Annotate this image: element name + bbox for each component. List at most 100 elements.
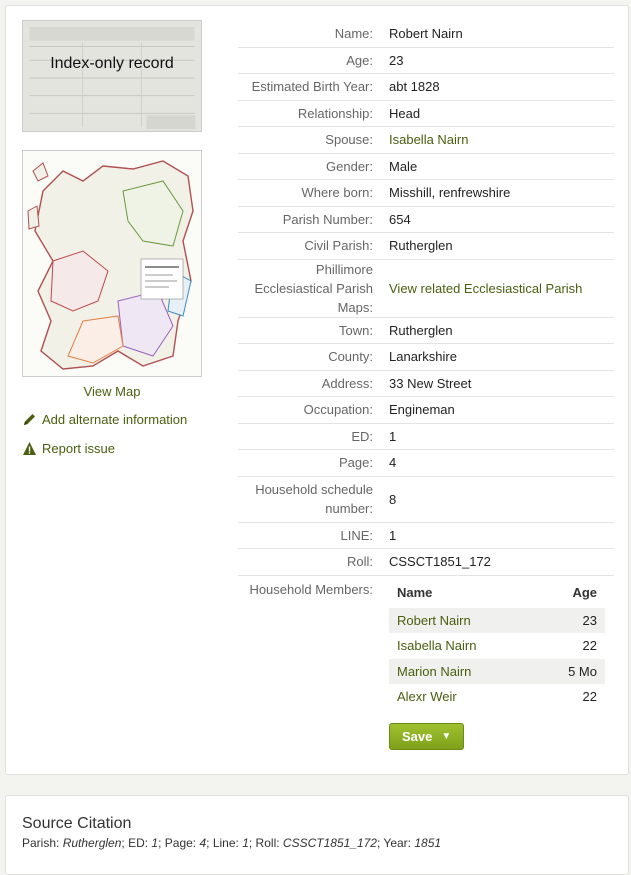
detail-value: 33 New Street [389, 369, 614, 397]
citation-value: CSSCT1851_172 [282, 836, 377, 850]
citation-label: ; Roll: [248, 836, 283, 850]
detail-value: 8 [389, 475, 614, 522]
detail-row: Relationship: Head [238, 99, 614, 127]
detail-value: 1 [389, 422, 614, 450]
detail-row: ED: 1 [238, 422, 614, 450]
detail-label: Estimated Birth Year: [238, 73, 389, 100]
detail-label: Roll: [238, 548, 389, 575]
save-button[interactable]: Save ▼ [389, 722, 465, 750]
detail-label: Address: [238, 369, 389, 397]
report-issue-link[interactable]: Report issue [22, 441, 115, 456]
detail-label: Parish Number: [238, 205, 389, 233]
detail-value: abt 1828 [389, 73, 614, 100]
detail-row: Household schedule number: 8 [238, 475, 614, 522]
citation-label: ; Line: [206, 836, 243, 850]
detail-label: Age: [238, 46, 389, 74]
detail-row: Roll: CSSCT1851_172 [238, 548, 614, 575]
detail-row: Where born: Misshill, renfrewshire [238, 179, 614, 206]
detail-value[interactable]: Isabella Nairn [389, 126, 614, 153]
parish-map-thumbnail[interactable] [22, 150, 202, 377]
member-name[interactable]: Alexr Weir [389, 684, 536, 710]
source-citation-panel: Source Citation Parish: Rutherglen; ED: … [5, 795, 629, 875]
detail-row: Town: Rutherglen [238, 316, 614, 344]
detail-row: Gender: Male [238, 152, 614, 180]
household-members-table: Name Age Robert Nairn 23 Isabella Nairn 22 Mar… [389, 578, 605, 710]
census-document-image [23, 21, 201, 131]
detail-value: 1 [389, 521, 614, 549]
detail-value: Robert Nairn [389, 26, 463, 42]
map-image [23, 151, 201, 376]
detail-label: Page: [238, 449, 389, 476]
detail-label: County: [238, 343, 389, 370]
detail-value: 4 [389, 449, 614, 476]
member-row: Alexr Weir 22 [389, 684, 605, 710]
detail-label: Where born: [238, 179, 389, 206]
household-label: Household Members: [238, 574, 389, 750]
detail-row: Occupation: Engineman [238, 396, 614, 423]
detail-value[interactable]: View related Ecclesiastical Parish [389, 258, 614, 317]
member-name[interactable]: Marion Nairn [389, 658, 536, 684]
citation-label: Parish: [22, 836, 63, 850]
detail-row: Phillimore Ecclesiastical Parish Maps: Vi… [238, 258, 614, 317]
age-column-header: Age [572, 585, 597, 600]
detail-value: CSSCT1851_172 [389, 548, 614, 575]
detail-label: Household schedule number: [238, 475, 389, 522]
citation-value: 1 [242, 836, 249, 850]
detail-label: Phillimore Ecclesiastical Parish Maps: [238, 258, 389, 317]
detail-label: Gender: [238, 152, 389, 180]
member-row: Isabella Nairn 22 [389, 633, 605, 659]
report-issue-label: Report issue [42, 441, 115, 456]
detail-row: Age: 23 [238, 46, 614, 74]
detail-value: Rutherglen [389, 316, 614, 344]
source-citation-heading: Source Citation [22, 815, 132, 832]
add-alternate-label: Add alternate information [42, 412, 188, 427]
member-age: 22 [582, 638, 597, 654]
detail-row: County: Lanarkshire [238, 343, 614, 370]
detail-value: 654 [389, 205, 614, 233]
detail-row: Page: 4 [238, 449, 614, 476]
record-image-thumbnail[interactable]: Index-only record [22, 20, 202, 132]
detail-row: Spouse: Isabella Nairn [238, 126, 614, 153]
detail-label: Civil Parish: [238, 232, 389, 259]
detail-row: Parish Number: 654 [238, 205, 614, 233]
citation-label: ; ED: [121, 836, 152, 850]
detail-row: LINE: 1 [238, 521, 614, 549]
view-map-link[interactable]: View Map [22, 384, 202, 399]
dropdown-caret-icon: ▼ [441, 730, 452, 742]
citation-label: ; Year: [376, 836, 415, 850]
save-button-label: Save [402, 728, 433, 744]
detail-label: Town: [238, 316, 389, 344]
member-name[interactable]: Isabella Nairn [389, 633, 536, 659]
detail-label: Relationship: [238, 99, 389, 127]
source-citation-text: Parish: Rutherglen; ED: 1; Page: 4; Line… [22, 836, 441, 850]
record-details-table: Name: Robert Nairn Age: 23 Estimated Birth Y… [238, 21, 614, 750]
detail-value: Lanarkshire [389, 343, 614, 370]
members-header-row: Name Age [389, 578, 605, 608]
member-age: 22 [582, 689, 597, 705]
detail-value: Rutherglen [389, 232, 614, 259]
detail-value: 23 [389, 46, 614, 74]
member-name-link[interactable]: Robert Nairn [397, 613, 471, 628]
member-name-link[interactable]: Isabella Nairn [397, 638, 477, 653]
member-age: 23 [535, 607, 605, 633]
detail-value: Head [389, 99, 614, 127]
household-row: Household Members: Name Age Robert Nairn 23 I… [238, 574, 614, 750]
member-name[interactable]: Robert Nairn [389, 607, 536, 633]
detail-row: Estimated Birth Year: abt 1828 [238, 73, 614, 100]
pencil-icon [24, 414, 35, 425]
detail-label: LINE: [238, 521, 389, 549]
citation-label: ; Page: [158, 836, 200, 850]
detail-link[interactable]: Isabella Nairn [389, 132, 469, 147]
member-name-link[interactable]: Marion Nairn [397, 664, 471, 679]
detail-label: ED: [238, 422, 389, 450]
detail-value: Engineman [389, 396, 614, 423]
index-only-label: Index-only record [50, 55, 174, 72]
citation-value: 1851 [414, 836, 442, 850]
detail-label: Spouse: [238, 126, 389, 153]
detail-row: Civil Parish: Rutherglen [238, 232, 614, 259]
add-alternate-info-link[interactable]: Add alternate information [22, 412, 187, 427]
detail-label: Name: [334, 26, 373, 42]
member-name-link[interactable]: Alexr Weir [397, 689, 457, 704]
detail-link[interactable]: View related Ecclesiastical Parish [389, 281, 582, 296]
name-column-header: Name [397, 585, 433, 600]
